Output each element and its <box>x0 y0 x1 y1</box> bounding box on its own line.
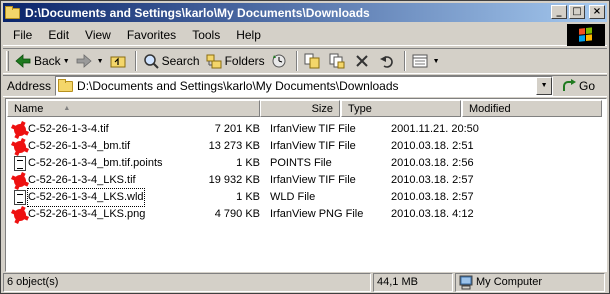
menu-favorites[interactable]: Favorites <box>119 28 184 42</box>
column-header-type[interactable]: Type <box>341 100 461 117</box>
back-dropdown-icon[interactable]: ▼ <box>63 58 70 65</box>
views-dropdown-icon[interactable]: ▼ <box>433 58 440 65</box>
column-header-modified[interactable]: Modified <box>462 100 602 117</box>
folders-label: Folders <box>224 54 265 68</box>
back-label: Back <box>34 54 61 68</box>
window-title: D:\Documents and Settings\karlo\My Docum… <box>25 5 370 20</box>
close-button[interactable]: × <box>589 5 605 19</box>
file-name: C-52-26-1-3-4.tif <box>28 123 109 135</box>
file-size: 19 932 KB <box>208 174 260 186</box>
menu-help[interactable]: Help <box>228 28 269 42</box>
status-object-count: 6 object(s) <box>3 273 371 292</box>
address-input[interactable]: D:\Documents and Settings\karlo\My Docum… <box>55 76 554 96</box>
address-value: D:\Documents and Settings\karlo\My Docum… <box>77 79 399 93</box>
file-size: 1 KB <box>236 157 260 169</box>
file-name: C-52-26-1-3-4_bm.tif <box>28 140 131 152</box>
standard-toolbar: Back ▼ ▼ Search Folders ▼ <box>3 48 607 74</box>
forward-arrow-icon <box>76 53 92 69</box>
windows-logo-icon <box>567 24 605 46</box>
views-button[interactable]: ▼ <box>409 50 443 72</box>
file-modified: 2001.11.21. 20:50 <box>391 123 479 135</box>
explorer-window: D:\Documents and Settings\karlo\My Docum… <box>0 0 610 294</box>
file-size: 4 790 KB <box>214 208 260 220</box>
folders-button[interactable]: Folders <box>203 50 268 72</box>
file-name: C-52-26-1-3-4_bm.tif.points <box>28 157 163 169</box>
views-icon <box>412 53 428 69</box>
irfanview-icon <box>12 173 28 189</box>
forward-dropdown-icon[interactable]: ▼ <box>97 58 104 65</box>
file-type: WLD File <box>270 191 316 203</box>
irfanview-icon <box>12 139 28 155</box>
status-bar: 6 object(s) 44,1 MB My Computer <box>3 273 607 292</box>
my-computer-icon <box>459 275 474 290</box>
file-modified: 2010.03.18. 4:12 <box>391 208 474 220</box>
delete-button[interactable] <box>351 50 376 72</box>
history-icon <box>271 53 287 69</box>
undo-icon <box>379 53 395 69</box>
column-header-size[interactable]: Size <box>260 100 340 117</box>
status-total-size: 44,1 MB <box>373 273 453 292</box>
copy-to-button[interactable] <box>326 50 351 72</box>
up-folder-button[interactable] <box>107 50 132 72</box>
go-label: Go <box>579 79 596 93</box>
minimize-button[interactable]: _ <box>551 5 567 19</box>
maximize-button[interactable]: □ <box>569 5 585 19</box>
file-type: IrfanView TIF File <box>270 123 356 135</box>
file-name: C-52-26-1-3-4_LKS.png <box>28 208 146 220</box>
history-button[interactable] <box>268 50 293 72</box>
file-name: C-52-26-1-3-4_LKS.wld <box>27 188 145 207</box>
search-label: Search <box>161 54 200 68</box>
status-zone: My Computer <box>455 273 605 292</box>
folders-icon <box>206 53 222 69</box>
go-button[interactable]: Go <box>561 78 595 94</box>
address-bar: Address D:\Documents and Settings\karlo\… <box>3 75 607 97</box>
file-type: IrfanView TIF File <box>270 174 356 186</box>
irfanview-icon <box>12 122 28 138</box>
menu-bar: File Edit View Favorites Tools Help <box>3 24 607 46</box>
address-label: Address <box>7 79 52 93</box>
up-folder-icon <box>110 53 126 69</box>
menu-file[interactable]: File <box>3 28 40 42</box>
column-header-name[interactable]: Name ▲ <box>7 100 260 117</box>
move-to-icon <box>304 53 320 69</box>
file-type: POINTS File <box>270 157 332 169</box>
menu-edit[interactable]: Edit <box>40 28 77 42</box>
toolbar-separator <box>403 51 406 71</box>
forward-button[interactable]: ▼ <box>73 50 107 72</box>
file-name: C-52-26-1-3-4_LKS.tif <box>28 174 136 186</box>
file-modified: 2010.03.18. 2:51 <box>391 140 474 152</box>
undo-button[interactable] <box>376 50 401 72</box>
irfanview-icon <box>12 207 28 223</box>
folder-icon <box>5 5 21 20</box>
copy-to-icon <box>329 53 345 69</box>
title-bar[interactable]: D:\Documents and Settings\karlo\My Docum… <box>3 3 607 22</box>
address-dropdown-button[interactable]: ▼ <box>536 77 553 95</box>
go-arrow-icon <box>561 78 577 94</box>
toolbar-grip[interactable] <box>6 51 9 71</box>
file-type: IrfanView PNG File <box>270 208 364 220</box>
move-to-button[interactable] <box>301 50 326 72</box>
menu-tools[interactable]: Tools <box>184 28 228 42</box>
file-modified: 2010.03.18. 2:57 <box>391 191 474 203</box>
folder-icon <box>58 79 74 93</box>
status-zone-label: My Computer <box>476 276 543 288</box>
file-size: 13 273 KB <box>208 140 260 152</box>
search-button[interactable]: Search <box>140 50 203 72</box>
file-size: 7 201 KB <box>214 123 260 135</box>
document-icon <box>12 156 28 172</box>
document-icon <box>12 190 28 206</box>
menu-view[interactable]: View <box>77 28 119 42</box>
file-list[interactable]: Name ▲ Size Type Modified C-52-26-1-3-4.… <box>5 98 607 272</box>
back-button[interactable]: Back ▼ <box>12 50 73 72</box>
file-size: 1 KB <box>236 191 260 203</box>
file-modified: 2010.03.18. 2:57 <box>391 174 474 186</box>
toolbar-separator <box>134 51 137 71</box>
file-modified: 2010.03.18. 2:56 <box>391 157 474 169</box>
search-icon <box>143 53 159 69</box>
toolbar-separator <box>295 51 298 71</box>
back-arrow-icon <box>15 53 31 69</box>
file-type: IrfanView TIF File <box>270 140 356 152</box>
sort-ascending-icon: ▲ <box>63 105 71 112</box>
delete-icon <box>354 53 370 69</box>
